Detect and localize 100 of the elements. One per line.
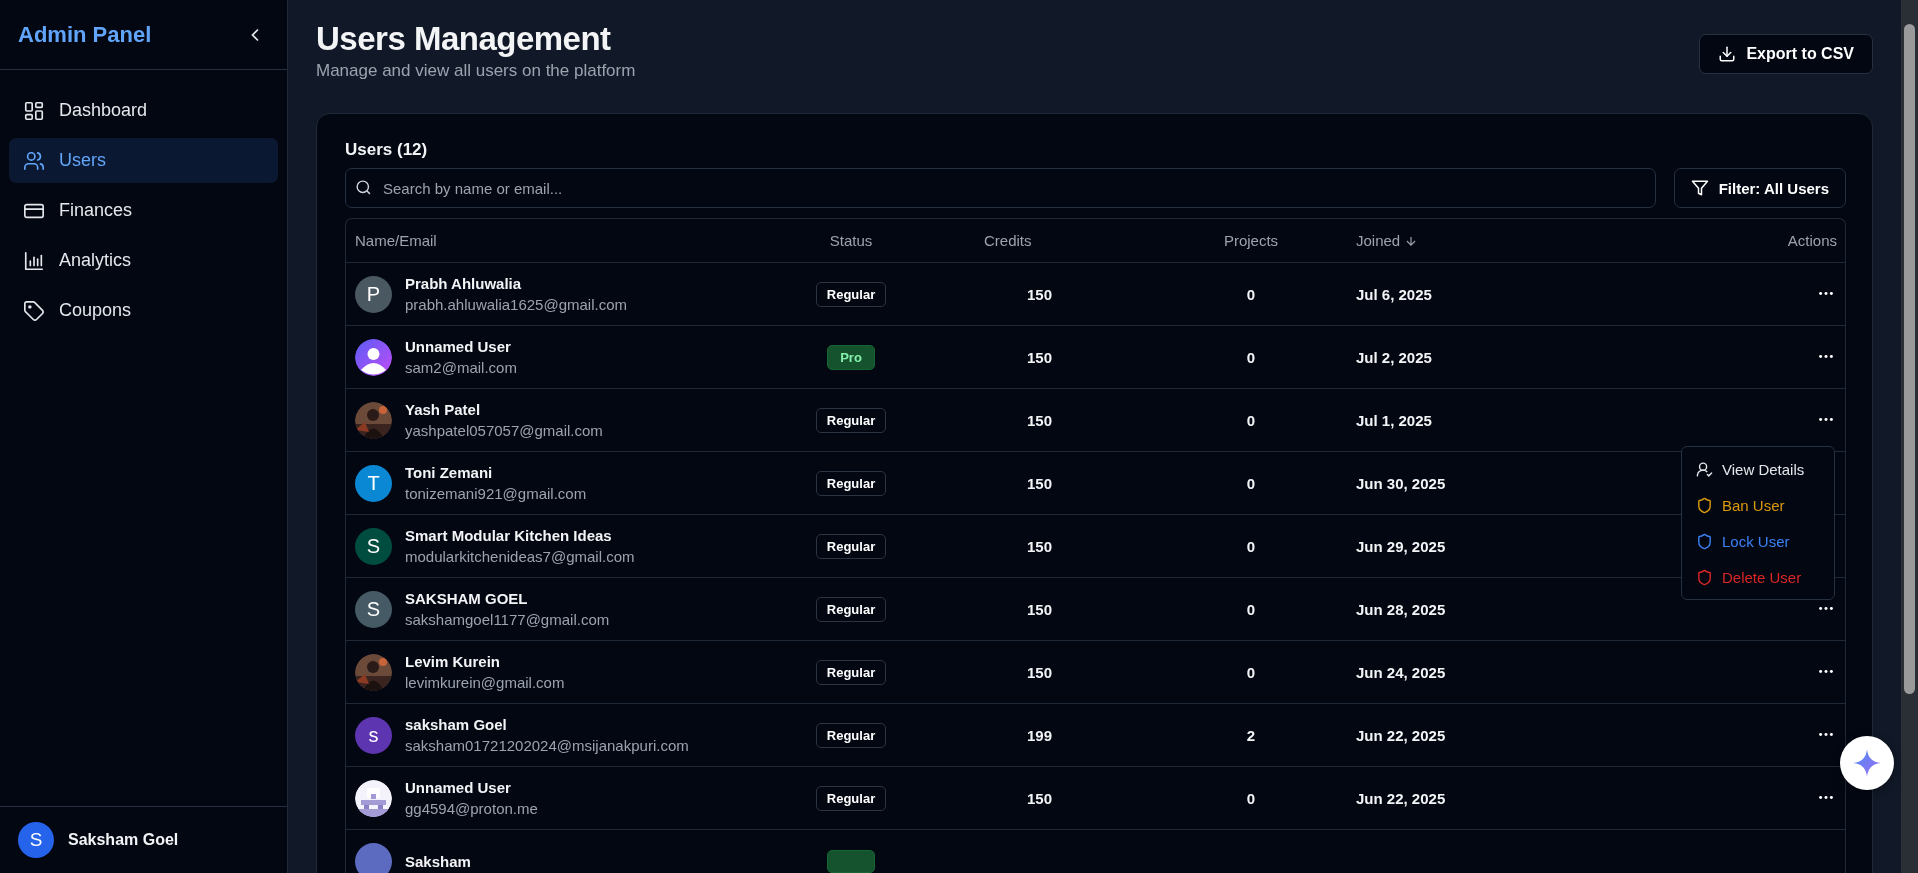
- search-field[interactable]: Search by name or email...: [345, 168, 1656, 208]
- projects-value: 0: [1246, 348, 1256, 366]
- menu-item[interactable]: Ban User: [1686, 487, 1830, 523]
- status-badge: Regular: [815, 281, 887, 307]
- menu-item[interactable]: Lock User: [1686, 523, 1830, 559]
- joined-date: Jul 1, 2025: [1356, 411, 1432, 429]
- user-avatar: S: [18, 822, 54, 858]
- status-badge: Regular: [815, 533, 887, 559]
- bar-chart-icon: [23, 249, 45, 272]
- user-name: saksham Goel: [405, 716, 508, 733]
- user-email: saksham01721202024@msijanakpuri.com: [405, 737, 689, 754]
- page-subtitle: Manage and view all users on the platform: [316, 61, 636, 81]
- card-title: Users (12): [345, 140, 429, 160]
- projects-value: 0: [1246, 537, 1256, 555]
- nav-item[interactable]: Analytics: [9, 238, 278, 283]
- more-icon: [1819, 292, 1833, 296]
- nav-item[interactable]: Users: [9, 138, 278, 183]
- credits-value: 150: [1026, 663, 1052, 681]
- avatar: S: [355, 590, 392, 628]
- credits-value: 199: [1026, 726, 1052, 744]
- user-name: Smart Modular Kitchen Ideas: [405, 527, 613, 544]
- user-name: SAKSHAM GOEL: [405, 590, 529, 607]
- joined-date: Jun 22, 2025: [1356, 789, 1446, 807]
- filter-button[interactable]: Filter: All Users: [1673, 168, 1846, 208]
- user-name: Unnamed User: [405, 779, 512, 796]
- credits-value: 150: [1026, 474, 1052, 492]
- dashboard-icon: [23, 99, 45, 122]
- more-icon: [1819, 418, 1833, 422]
- avatar: P: [355, 275, 392, 313]
- column-header[interactable]: Joined: [1356, 232, 1419, 249]
- user-name: Levim Kurein: [405, 653, 502, 670]
- joined-date: Jun 22, 2025: [1356, 726, 1446, 744]
- user-name: Toni Zemani: [405, 464, 494, 481]
- user-email: sakshamgoel1177@gmail.com: [405, 611, 610, 628]
- status-badge: Regular: [815, 407, 887, 433]
- user-name: Saksham: [405, 852, 471, 870]
- more-icon: [1819, 733, 1833, 737]
- user-name: Yash Patel: [405, 401, 482, 418]
- shield-icon: [1696, 568, 1713, 586]
- users-icon: [23, 149, 45, 172]
- projects-value: 0: [1246, 474, 1256, 492]
- user-email: prabh.ahluwalia1625@gmail.com: [405, 296, 628, 313]
- column-header[interactable]: Actions: [1787, 232, 1837, 249]
- column-header[interactable]: Projects: [1223, 232, 1279, 249]
- shield-icon: [1696, 532, 1713, 550]
- status-badge: [827, 849, 875, 873]
- joined-date: Jul 2, 2025: [1356, 348, 1432, 366]
- status-badge: Regular: [815, 659, 887, 685]
- column-header[interactable]: Name/Email: [355, 232, 437, 249]
- joined-date: Jun 28, 2025: [1356, 600, 1446, 618]
- nav-item[interactable]: Finances: [9, 188, 278, 233]
- nav-item[interactable]: Dashboard: [9, 88, 278, 133]
- projects-value: 0: [1246, 600, 1256, 618]
- credits-value: 150: [1026, 285, 1052, 303]
- avatar: T: [355, 464, 392, 502]
- export-button[interactable]: Export to CSV: [1699, 34, 1873, 74]
- scrollbar[interactable]: [1901, 0, 1918, 873]
- credits-value: 150: [1026, 348, 1052, 366]
- menu-item[interactable]: View Details: [1686, 451, 1830, 487]
- credits-value: 150: [1026, 537, 1052, 555]
- shield-icon: [1696, 496, 1713, 514]
- filter-icon: [1690, 179, 1709, 197]
- projects-value: 2: [1246, 726, 1256, 744]
- projects-value: 0: [1246, 285, 1256, 303]
- column-header[interactable]: Status: [829, 232, 873, 249]
- user-email: sam2@mail.com: [405, 359, 517, 376]
- joined-date: Jun 24, 2025: [1356, 663, 1446, 681]
- credits-value: 150: [1026, 600, 1052, 618]
- user-email: modularkitchenideas7@gmail.com: [405, 548, 635, 565]
- more-icon: [1819, 607, 1833, 611]
- page-title: Users Management: [316, 20, 612, 58]
- user-email: gg4594@proton.me: [405, 800, 538, 817]
- avatar: [355, 338, 392, 376]
- projects-value: 0: [1246, 789, 1256, 807]
- assistant-button[interactable]: [1840, 736, 1894, 790]
- user-name: Prabh Ahluwalia: [405, 275, 523, 292]
- status-badge: Regular: [815, 596, 887, 622]
- download-icon: [1718, 45, 1737, 63]
- nav-item[interactable]: Coupons: [9, 288, 278, 333]
- credits-value: 150: [1026, 411, 1052, 429]
- menu-item[interactable]: Delete User: [1686, 559, 1830, 595]
- user-email: yashpatel057057@gmail.com: [405, 422, 603, 439]
- more-icon: [1819, 796, 1833, 800]
- avatar: [355, 779, 392, 817]
- projects-value: 0: [1246, 411, 1256, 429]
- avatar: S: [355, 527, 392, 565]
- search-icon: [355, 179, 372, 196]
- projects-value: 0: [1246, 663, 1256, 681]
- status-badge: Regular: [815, 722, 887, 748]
- status-badge: Regular: [815, 470, 887, 496]
- column-header[interactable]: Credits: [984, 232, 1032, 249]
- app-title: Admin Panel: [18, 21, 152, 48]
- tag-icon: [23, 299, 45, 322]
- joined-date: Jun 30, 2025: [1356, 474, 1446, 492]
- joined-date: Jul 6, 2025: [1356, 285, 1432, 303]
- more-icon: [1819, 355, 1833, 359]
- status-badge: Pro: [827, 344, 875, 370]
- joined-date: Jun 29, 2025: [1356, 537, 1446, 555]
- user-name: Unnamed User: [405, 338, 512, 355]
- avatar: s: [355, 716, 392, 754]
